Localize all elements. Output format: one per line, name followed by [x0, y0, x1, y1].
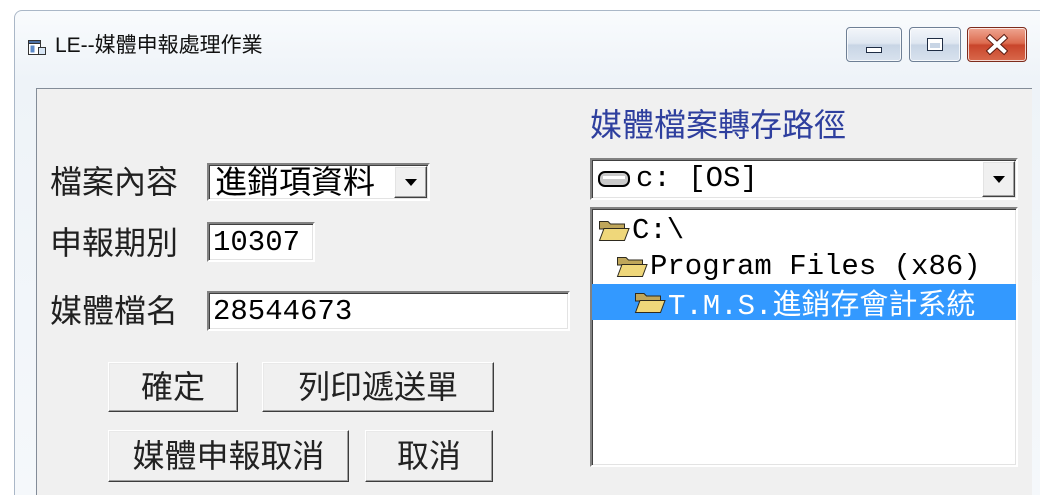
period-input[interactable] — [207, 222, 315, 262]
file-content-select[interactable]: 進銷項資料 — [207, 163, 430, 201]
period-label: 申報期別 — [50, 224, 179, 262]
directory-list[interactable]: C:\ Program Files (x86) T.M.S.進銷存會計系統 — [590, 207, 1018, 467]
close-icon — [985, 33, 1009, 56]
cancel-report-button[interactable]: 媒體申報取消 — [108, 430, 349, 482]
chevron-down-icon — [404, 179, 417, 186]
drive-dropdown-button[interactable] — [982, 161, 1015, 197]
directory-name: Program Files (x86) — [650, 249, 981, 283]
path-panel-title: 媒體檔案轉存路徑 — [590, 106, 847, 144]
print-transmittal-button[interactable]: 列印遞送單 — [262, 362, 494, 412]
directory-item[interactable]: T.M.S.進銷存會計系統 — [592, 284, 1016, 320]
close-button[interactable] — [967, 27, 1027, 62]
directory-item[interactable]: C:\ — [592, 212, 1016, 248]
minimize-button[interactable] — [846, 27, 902, 62]
directory-item[interactable]: Program Files (x86) — [592, 248, 1016, 284]
window-title: LE--媒體申報處理作業 — [55, 34, 263, 57]
drive-icon — [598, 171, 630, 187]
open-folder-icon — [598, 221, 630, 241]
drive-value: c: [OS] — [636, 162, 758, 195]
directory-name: C:\ — [632, 213, 685, 247]
open-folder-icon — [634, 293, 666, 313]
directory-name: T.M.S.進銷存會計系統 — [668, 290, 976, 320]
dialog-window: LE--媒體申報處理作業 檔案內容 進銷項資料 申報期別 10307 媒體檔名 … — [14, 10, 1040, 495]
file-content-dropdown-button[interactable] — [394, 166, 427, 198]
maximize-button[interactable] — [909, 27, 961, 62]
file-content-label: 檔案內容 — [50, 163, 179, 201]
title-bar[interactable]: LE--媒體申報處理作業 — [15, 11, 1040, 88]
maximize-icon — [927, 38, 943, 51]
minimize-icon — [866, 47, 882, 53]
file-content-value: 進銷項資料 — [215, 165, 376, 199]
drive-select[interactable]: c: [OS] — [590, 158, 1018, 200]
open-folder-icon — [616, 257, 648, 277]
confirm-button[interactable]: 確定 — [108, 362, 238, 412]
dialog-body: 檔案內容 進銷項資料 申報期別 媒體檔名 確定 列印遞送單 媒體申報取消 取消 … — [36, 88, 1032, 495]
app-icon[interactable] — [27, 37, 47, 57]
cancel-button[interactable]: 取消 — [365, 430, 493, 482]
media-filename-input[interactable] — [207, 291, 570, 331]
media-filename-label: 媒體檔名 — [50, 292, 179, 330]
chevron-down-icon — [992, 176, 1005, 183]
